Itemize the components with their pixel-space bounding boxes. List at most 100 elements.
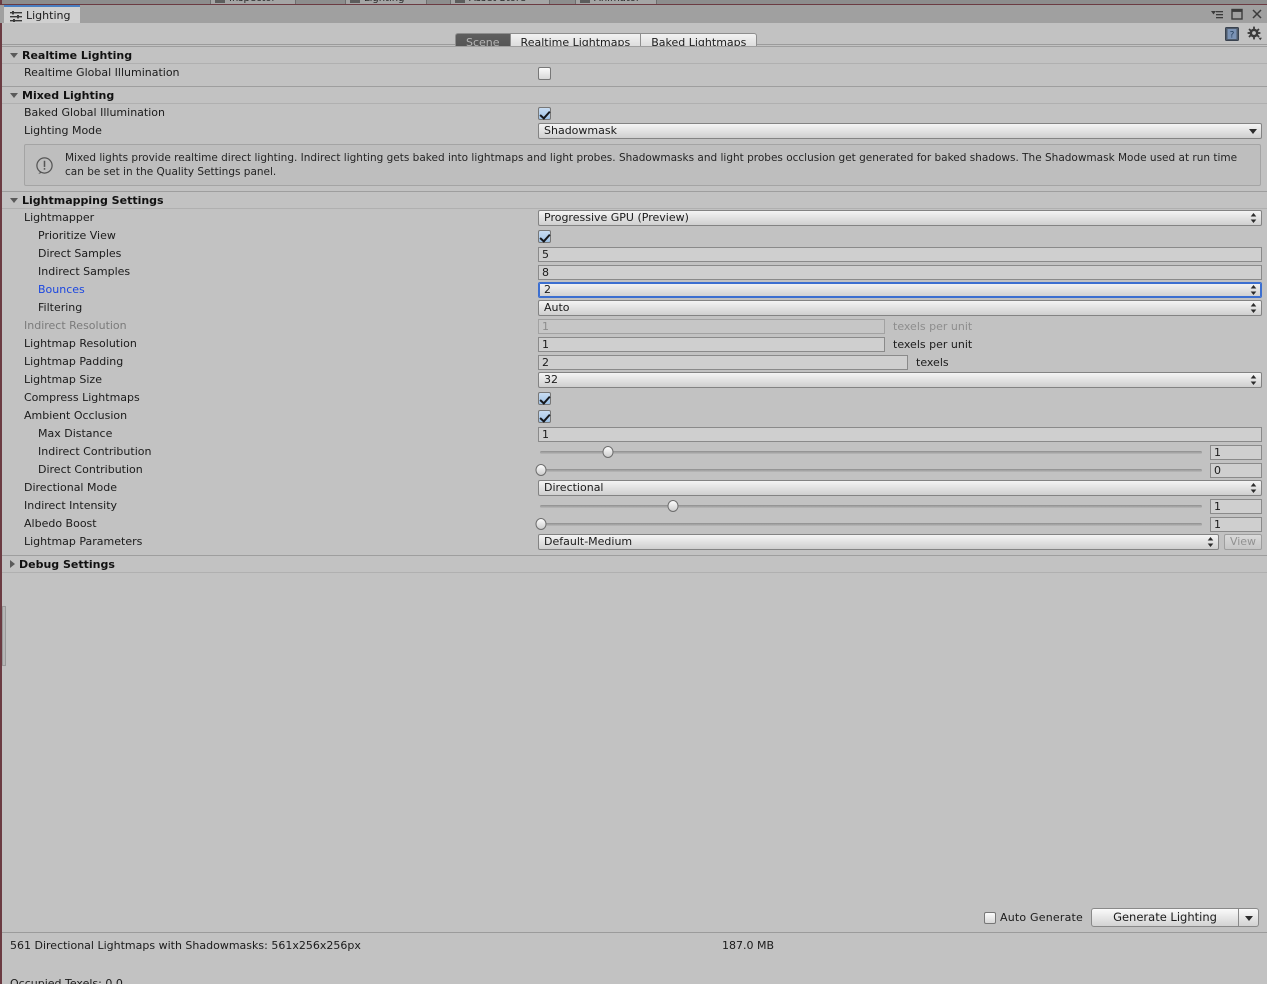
lightmap-padding-input[interactable]: 2 bbox=[538, 354, 908, 370]
slider-knob[interactable] bbox=[667, 500, 679, 512]
lightmap-padding-unit: texels bbox=[916, 355, 949, 369]
compress-lightmaps-checkbox[interactable] bbox=[538, 391, 551, 405]
generate-controls: Auto Generate Generate Lighting bbox=[983, 908, 1259, 927]
realtime-global-illumination-checkbox[interactable] bbox=[538, 66, 551, 80]
auto-generate-label: Auto Generate bbox=[999, 911, 1083, 924]
section-header-mixed-lighting[interactable]: Mixed Lighting bbox=[2, 86, 1267, 104]
albedo-boost-slider[interactable] bbox=[535, 516, 1204, 532]
scrollbar-stub[interactable] bbox=[2, 606, 6, 666]
section-title: Mixed Lighting bbox=[22, 89, 115, 102]
section-title: Lightmapping Settings bbox=[22, 194, 164, 207]
albedo-boost-value[interactable]: 1 bbox=[1210, 516, 1262, 532]
baked-global-illumination-checkbox[interactable] bbox=[538, 106, 551, 120]
animator-icon bbox=[580, 0, 590, 3]
updown-arrows-icon bbox=[1250, 303, 1257, 313]
row-compress-lightmaps: Compress Lightmaps bbox=[2, 389, 1267, 407]
slider-track bbox=[540, 523, 1202, 526]
field-area: 32 bbox=[538, 371, 1262, 389]
disclosure-triangle-icon bbox=[10, 53, 18, 58]
auto-generate-checkbox[interactable] bbox=[983, 911, 996, 924]
lightmap-parameters-view-button[interactable]: View bbox=[1224, 534, 1262, 550]
slider-knob[interactable] bbox=[535, 518, 547, 530]
generate-lighting-button[interactable]: Generate Lighting bbox=[1091, 908, 1239, 927]
lightmap-parameters-dropdown[interactable]: Default-Medium bbox=[538, 534, 1219, 550]
field-area: 2 bbox=[538, 281, 1262, 299]
row-lightmap-padding: Lightmap Padding 2 texels bbox=[2, 353, 1267, 371]
generate-bar: Auto Generate Generate Lighting bbox=[2, 904, 1267, 932]
lightmap-memory-size: 187.0 MB bbox=[722, 939, 775, 952]
direct-contribution-slider[interactable] bbox=[535, 462, 1204, 478]
slider-knob[interactable] bbox=[535, 464, 547, 476]
menu-icon[interactable] bbox=[1210, 7, 1224, 21]
generate-lighting-dropdown-arrow[interactable] bbox=[1239, 908, 1259, 927]
row-label: Filtering bbox=[38, 301, 83, 314]
status-inner: 561 Directional Lightmaps with Shadowmas… bbox=[10, 939, 1259, 984]
ambient-occlusion-checkbox[interactable] bbox=[538, 409, 551, 423]
row-label: Realtime Global Illumination bbox=[24, 66, 180, 79]
lightmap-parameters-value: Default-Medium bbox=[544, 535, 633, 548]
section-header-debug-settings[interactable]: Debug Settings bbox=[2, 555, 1267, 573]
direct-samples-input[interactable]: 5 bbox=[538, 246, 1262, 262]
indirect-intensity-value[interactable]: 1 bbox=[1210, 498, 1262, 514]
row-direct-samples: Direct Samples 5 bbox=[2, 245, 1267, 263]
filtering-value: Auto bbox=[544, 301, 570, 314]
field-area: Shadowmask bbox=[538, 122, 1262, 140]
row-lighting-mode: Lighting Mode Shadowmask bbox=[2, 122, 1267, 140]
row-albedo-boost: Albedo Boost 1 bbox=[2, 515, 1267, 533]
lighting-status-panel: 561 Directional Lightmaps with Shadowmas… bbox=[2, 932, 1267, 984]
slider-track bbox=[540, 469, 1202, 472]
updown-arrows-icon bbox=[1207, 537, 1214, 547]
row-label: Compress Lightmaps bbox=[24, 391, 140, 404]
field-area: 2 texels bbox=[538, 353, 1262, 371]
help-icon[interactable]: ? bbox=[1224, 26, 1240, 42]
lighting-icon bbox=[350, 0, 360, 3]
row-label: Indirect Samples bbox=[38, 265, 131, 278]
disclosure-triangle-icon bbox=[10, 93, 18, 98]
lightmapper-dropdown[interactable]: Progressive GPU (Preview) bbox=[538, 210, 1262, 226]
row-label: Lightmap Resolution bbox=[24, 337, 137, 350]
chevron-down-icon bbox=[1249, 129, 1257, 134]
section-header-lightmapping-settings[interactable]: Lightmapping Settings bbox=[2, 191, 1267, 209]
lighting-mode-dropdown[interactable]: Shadowmask bbox=[538, 123, 1262, 139]
row-label: Prioritize View bbox=[38, 229, 116, 242]
updown-arrows-icon bbox=[1250, 375, 1257, 385]
slider-knob[interactable] bbox=[602, 446, 614, 458]
filtering-dropdown[interactable]: Auto bbox=[538, 300, 1262, 316]
directional-mode-dropdown[interactable]: Directional bbox=[538, 480, 1262, 496]
indirect-samples-input[interactable]: 8 bbox=[538, 264, 1262, 280]
direct-contribution-value[interactable]: 0 bbox=[1210, 462, 1262, 478]
close-icon[interactable] bbox=[1250, 7, 1264, 21]
row-baked-global-illumination: Baked Global Illumination bbox=[2, 104, 1267, 122]
row-directional-mode: Directional Mode Directional bbox=[2, 479, 1267, 497]
field-area: Auto bbox=[538, 299, 1262, 317]
row-indirect-samples: Indirect Samples 8 bbox=[2, 263, 1267, 281]
directional-mode-value: Directional bbox=[544, 481, 604, 494]
row-bounces: Bounces 2 bbox=[2, 281, 1267, 299]
inspector-icon bbox=[215, 0, 225, 3]
indirect-intensity-slider[interactable] bbox=[538, 498, 1204, 514]
updown-arrows-icon bbox=[1250, 213, 1257, 223]
row-lightmapper: Lightmapper Progressive GPU (Preview) bbox=[2, 209, 1267, 227]
row-label: Lightmap Size bbox=[24, 373, 102, 386]
tab-lighting[interactable]: Lighting bbox=[4, 5, 81, 23]
lightmap-size-dropdown[interactable]: 32 bbox=[538, 372, 1262, 388]
indirect-contribution-value[interactable]: 1 bbox=[1210, 444, 1262, 460]
max-distance-input[interactable]: 1 bbox=[538, 426, 1262, 442]
field-area: 1 texels per unit bbox=[538, 317, 1262, 335]
maximize-icon[interactable] bbox=[1230, 7, 1244, 21]
unity-lighting-window: Inspector Lighting Asset Store Animator … bbox=[0, 0, 1267, 984]
row-label: Directional Mode bbox=[24, 481, 117, 494]
lightmap-resolution-input[interactable]: 1 bbox=[538, 336, 885, 352]
settings-gear-icon[interactable] bbox=[1247, 26, 1263, 42]
field-area: 1 bbox=[538, 425, 1262, 443]
section-header-realtime-lighting[interactable]: Realtime Lighting bbox=[2, 46, 1267, 64]
field-area: 5 bbox=[538, 245, 1262, 263]
field-area: 1 texels per unit bbox=[538, 335, 1262, 353]
info-text: Mixed lights provide realtime direct lig… bbox=[65, 152, 1238, 178]
lightmap-size-value: 32 bbox=[544, 373, 558, 386]
updown-arrows-icon bbox=[1250, 483, 1257, 493]
bounces-dropdown[interactable]: 2 bbox=[538, 282, 1262, 298]
indirect-contribution-slider[interactable] bbox=[538, 444, 1204, 460]
prioritize-view-checkbox[interactable] bbox=[538, 229, 551, 243]
section-title: Realtime Lighting bbox=[22, 49, 133, 62]
